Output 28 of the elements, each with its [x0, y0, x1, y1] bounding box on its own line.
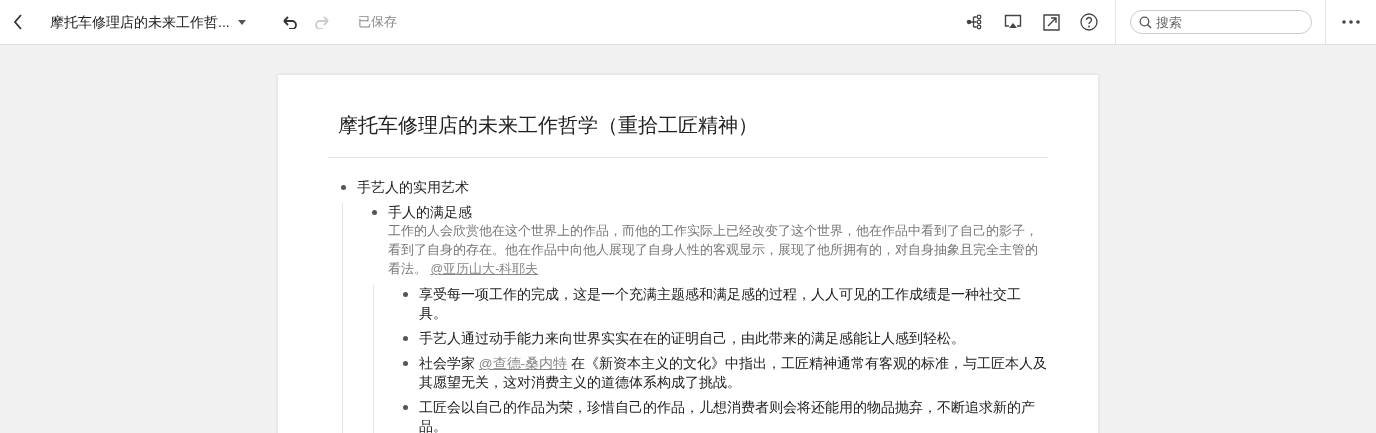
bullet-icon[interactable]: [341, 185, 346, 190]
mention-link[interactable]: @亚历山大-科耶夫: [430, 262, 539, 276]
bullet-icon[interactable]: [403, 336, 408, 341]
item-note: 工作的人会欣赏他在这个世界上的作品，而他的工作实际上已经改变了这个世界，他在作品中看到了自己的影子，看到了自身的存在。他在作品中向他人展现了自身人性的客观显示，展现了他所拥有的，对自身抽象且完全主管的看法。 @亚历山大-科耶夫: [388, 223, 1039, 278]
bullet-icon[interactable]: [403, 405, 408, 410]
outline-item: 工匠会以自己的作品为荣，珍惜自己的作品，儿想消费者则会将还能用的物品抛弃，不断追求新的产品。: [419, 399, 1036, 433]
help-button[interactable]: [1077, 10, 1101, 34]
caret-icon: [237, 19, 246, 25]
document-title: 摩托车修理店的未来工作哲学（重拾工匠精神）: [328, 111, 1048, 158]
bullet-icon[interactable]: [403, 292, 408, 297]
more-icon: [1342, 20, 1360, 24]
mention-link[interactable]: @查德-桑内特: [478, 356, 568, 371]
bullet-icon[interactable]: [403, 361, 408, 366]
outline-item: 手艺人通过动手能力来向世界实实在在的证明自己，由此带来的满足感能让人感到轻松。: [419, 330, 965, 348]
back-icon: [13, 14, 23, 30]
save-status: 已保存: [357, 13, 397, 32]
search-icon: [1139, 15, 1152, 29]
outline-item: 社会学家 @查德-桑内特 在《新资本主义的文化》中指出，工匠精神通常有客观的标准，与工匠本人及其愿望无关，这对消费主义的道德体系构成了挑战。: [419, 355, 1048, 392]
external-link-icon: [1042, 13, 1060, 31]
bullet-icon[interactable]: [372, 210, 377, 215]
outline-item: 享受每一项工作的完成，这是一个充满主题感和满足感的过程，人人可见的工作成绩是一种社交工具。: [419, 286, 1022, 323]
outline-item: 手人的满足感: [388, 204, 473, 222]
search-field[interactable]: 搜索: [1130, 10, 1312, 35]
help-icon: [1080, 13, 1098, 31]
screen-icon: [1004, 14, 1022, 30]
document-title-dropdown[interactable]: 摩托车修理店的未来工作哲...: [50, 11, 246, 33]
outline-item: 手艺人的实用艺术: [357, 179, 469, 197]
mind-map-icon: [966, 14, 984, 30]
